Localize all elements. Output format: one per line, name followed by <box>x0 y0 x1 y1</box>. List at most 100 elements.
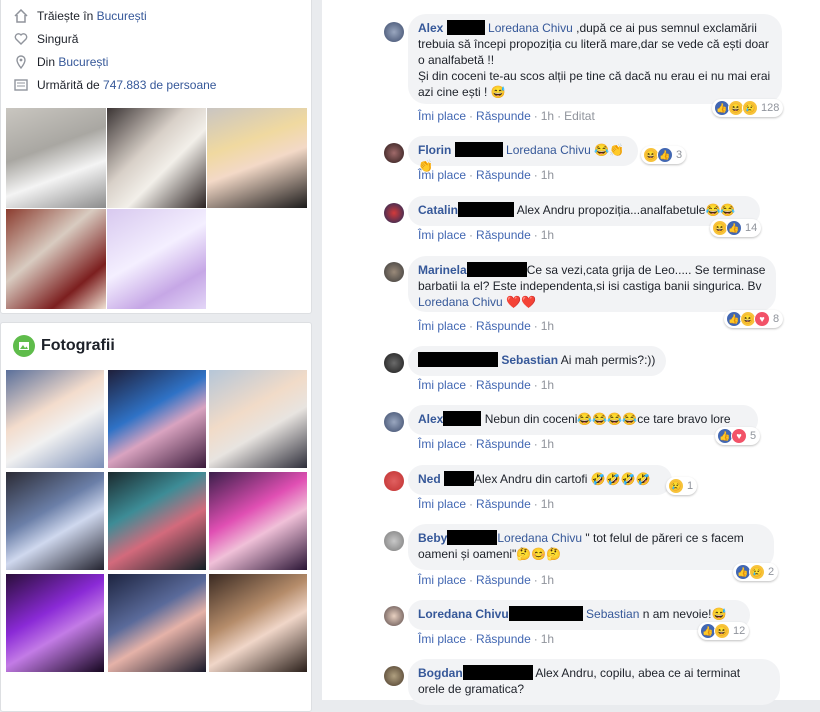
comment-time[interactable]: 1h <box>541 109 554 123</box>
featured-photo[interactable] <box>207 108 307 208</box>
photo-thumbnail[interactable] <box>209 370 307 468</box>
comment-actions: Îmi place · Răspunde · 1h · Editat <box>418 109 595 123</box>
info-lives: Trăiește în București <box>13 7 147 25</box>
avatar[interactable] <box>384 471 404 491</box>
comment-author[interactable]: Beby <box>418 531 447 545</box>
photo-thumbnail[interactable] <box>6 574 104 672</box>
reply-button[interactable]: Răspunde <box>476 378 531 392</box>
reactions-summary[interactable]: 😢 1 <box>666 477 698 495</box>
reply-button[interactable]: Răspunde <box>476 497 531 511</box>
like-button[interactable]: Îmi place <box>418 437 466 451</box>
photo-thumbnail[interactable] <box>209 472 307 570</box>
comments-panel: Alex Loredana Chivu ,după ce ai pus semn… <box>322 0 820 705</box>
like-button[interactable]: Îmi place <box>418 168 466 182</box>
comment-author[interactable]: Alex <box>418 412 443 426</box>
reply-button[interactable]: Răspunde <box>476 228 531 242</box>
comment-time[interactable]: 1h <box>541 573 554 587</box>
comment-author[interactable]: Catalin <box>418 203 458 217</box>
reactions-summary[interactable]: 👍 ♥ 5 <box>715 427 761 445</box>
avatar[interactable] <box>384 262 404 282</box>
like-button[interactable]: Îmi place <box>418 378 466 392</box>
redaction <box>447 530 498 545</box>
photo-thumbnail[interactable] <box>6 472 104 570</box>
reaction-count: 8 <box>773 313 780 325</box>
reactions-summary[interactable]: 👍 😆 ♥ 8 <box>724 310 784 328</box>
lives-city-link[interactable]: București <box>97 9 147 23</box>
featured-photo[interactable] <box>6 108 106 208</box>
redaction <box>462 665 533 680</box>
featured-photo[interactable] <box>6 209 106 309</box>
comment-bubble: Bogdan Alex Andru, copilu, abea ce ai te… <box>408 659 780 705</box>
redaction <box>444 471 475 486</box>
reply-button[interactable]: Răspunde <box>476 168 531 182</box>
comment-author[interactable]: Marinela <box>418 263 467 277</box>
comment-actions: Îmi place · Răspunde · 1h <box>418 437 555 451</box>
relationship-status: Singură <box>37 32 79 46</box>
reply-button[interactable]: Răspunde <box>476 573 531 587</box>
photo-thumbnail[interactable] <box>6 370 104 468</box>
comment-author[interactable]: Alex <box>418 21 443 35</box>
home-icon <box>13 8 29 24</box>
comment-time[interactable]: 1h <box>541 228 554 242</box>
comment-bubble: Ned Alex Andru din cartofi 🤣🤣🤣🤣 <box>408 465 672 495</box>
avatar[interactable] <box>384 666 404 686</box>
photos-title[interactable]: Fotografii <box>41 337 115 355</box>
avatar[interactable] <box>384 143 404 163</box>
like-button[interactable]: Îmi place <box>418 632 466 646</box>
like-button[interactable]: Îmi place <box>418 319 466 333</box>
comment-tag[interactable]: Sebastian <box>586 607 639 621</box>
comment-tag[interactable]: Loredana Chivu <box>506 143 591 157</box>
avatar[interactable] <box>384 203 404 223</box>
comment-tag[interactable]: Loredana Chivu <box>488 21 573 35</box>
comment-author[interactable]: Sebastian <box>501 353 558 367</box>
reply-button[interactable]: Răspunde <box>476 632 531 646</box>
comment-author[interactable]: Bogdan <box>418 666 463 680</box>
comment-bubble: Alex Loredana Chivu ,după ce ai pus semn… <box>408 14 782 104</box>
featured-photo[interactable] <box>107 209 206 309</box>
comment-time[interactable]: 1h <box>541 168 554 182</box>
reactions-summary[interactable]: 😆 👍 14 <box>710 219 762 237</box>
comment-tag[interactable]: Loredana Chivu <box>418 295 503 309</box>
from-city-link[interactable]: București <box>58 55 108 69</box>
photo-thumbnail[interactable] <box>108 574 206 672</box>
like-button[interactable]: Îmi place <box>418 228 466 242</box>
photo-thumbnail[interactable] <box>108 370 206 468</box>
comment-actions: Îmi place · Răspunde · 1h <box>418 632 555 646</box>
comment-author[interactable]: Florin <box>418 143 451 157</box>
reactions-summary[interactable]: 👍 😆 😢 128 <box>712 99 784 117</box>
avatar[interactable] <box>384 412 404 432</box>
reactions-summary[interactable]: 👍 😆 12 <box>698 622 750 640</box>
reply-button[interactable]: Răspunde <box>476 109 531 123</box>
photo-thumbnail[interactable] <box>209 574 307 672</box>
avatar[interactable] <box>384 353 404 373</box>
info-followers: Urmărită de 747.883 de persoane <box>13 76 216 94</box>
comment-time[interactable]: 1h <box>541 378 554 392</box>
reply-button[interactable]: Răspunde <box>476 319 531 333</box>
comment-time[interactable]: 1h <box>541 319 554 333</box>
featured-photo[interactable] <box>107 108 206 208</box>
reactions-summary[interactable]: 😆 👍 3 <box>641 146 687 164</box>
comment-tag[interactable]: Loredana Chivu <box>497 531 582 545</box>
comment-bubble: Catalin Alex Andru propoziția...analfabe… <box>408 196 760 226</box>
reply-button[interactable]: Răspunde <box>476 437 531 451</box>
redaction <box>446 20 485 35</box>
comment-time[interactable]: 1h <box>541 497 554 511</box>
photo-thumbnail[interactable] <box>108 472 206 570</box>
like-button[interactable]: Îmi place <box>418 497 466 511</box>
edited-label[interactable]: Editat <box>564 109 595 123</box>
reaction-count: 2 <box>768 566 775 578</box>
avatar[interactable] <box>384 22 404 42</box>
followers-link[interactable]: 747.883 de persoane <box>103 78 216 92</box>
avatar[interactable] <box>384 606 404 626</box>
comment-author[interactable]: Ned <box>418 472 441 486</box>
comment-author[interactable]: Loredana Chivu <box>418 607 509 621</box>
like-button[interactable]: Îmi place <box>418 109 466 123</box>
comment-bubble: Beby Loredana Chivu " tot felul de păreri… <box>408 524 774 570</box>
comment-time[interactable]: 1h <box>541 632 554 646</box>
avatar[interactable] <box>384 531 404 551</box>
column-gap <box>312 0 322 700</box>
comment-time[interactable]: 1h <box>541 437 554 451</box>
reaction-count: 5 <box>750 430 757 442</box>
like-button[interactable]: Îmi place <box>418 573 466 587</box>
reactions-summary[interactable]: 👍 😢 2 <box>733 563 779 581</box>
